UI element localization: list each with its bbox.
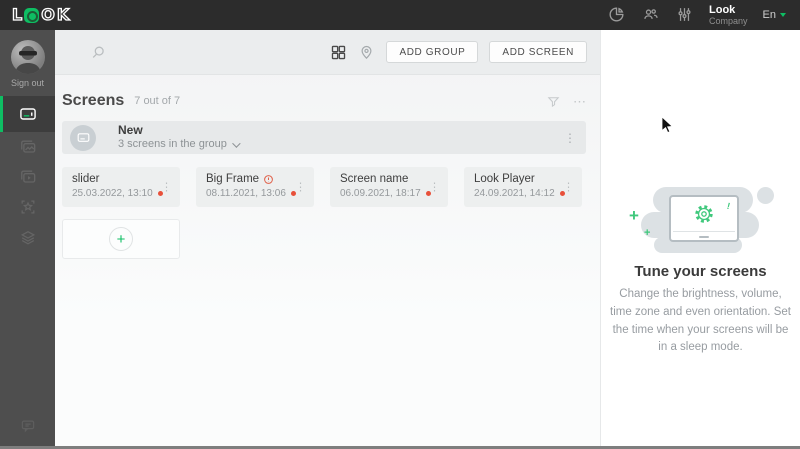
avatar[interactable] (10, 40, 45, 74)
panel-title: Tune your screens (634, 263, 767, 280)
sidebar-item-playlists[interactable] (0, 222, 55, 252)
plus-icon: + (109, 227, 133, 251)
info-panel: ! + + Tune your screens Change the brigh… (600, 30, 800, 446)
sign-out-button[interactable]: Sign out (0, 78, 55, 88)
language-selector[interactable]: En (763, 9, 786, 21)
screen-date: 06.09.2021, 18:17 (340, 188, 438, 199)
group-menu-icon[interactable]: ⋮ (564, 131, 576, 145)
video-icon (20, 170, 35, 183)
sidebar-item-widgets[interactable] (0, 192, 55, 222)
sidebar-item-media[interactable] (0, 132, 55, 162)
settings-sliders-icon[interactable] (675, 5, 694, 24)
screens-icon (19, 108, 36, 120)
logo-letter: O (41, 5, 56, 24)
screens-count: 7 out of 7 (134, 95, 181, 107)
main-panel: ADD GROUP ADD SCREEN Screens 7 out of 7 … (55, 30, 600, 446)
warning-icon (264, 174, 273, 184)
filter-icon[interactable] (546, 94, 561, 109)
grid-view-icon[interactable] (330, 44, 347, 61)
group-row[interactable]: New 3 screens in the group ⋮ (62, 121, 586, 154)
screen-card[interactable]: Big Frame 08.11.2021, 13:06 ⋮ (196, 167, 314, 207)
screen-name: slider (72, 173, 100, 185)
logo-eye-icon (24, 7, 40, 23)
panel-description: Change the brightness, volume, time zone… (610, 288, 791, 354)
add-group-button[interactable]: ADD GROUP (386, 41, 479, 63)
main-toolbar: ADD GROUP ADD SCREEN (55, 30, 600, 75)
screen-date: 25.03.2022, 13:10 (72, 188, 170, 199)
gear-icon (695, 205, 713, 223)
screen-date: 24.09.2021, 14:12 (474, 188, 572, 199)
add-screen-button[interactable]: ADD SCREEN (489, 41, 587, 63)
screen-name: Look Player (474, 173, 535, 185)
card-menu-icon[interactable]: ⋮ (295, 181, 306, 194)
users-icon[interactable] (641, 5, 660, 24)
app-topbar: L O K Look Company En (0, 0, 800, 30)
screen-card[interactable]: Look Player 24.09.2021, 14:12 ⋮ (464, 167, 582, 207)
company-subtitle: Company (709, 16, 748, 27)
map-pin-icon[interactable] (358, 44, 375, 61)
add-screen-card[interactable]: + (62, 219, 180, 259)
sidebar: Sign out (0, 30, 55, 449)
logo-letter: K (56, 5, 70, 24)
chevron-down-icon (780, 12, 786, 17)
company-switcher[interactable]: Look Company (709, 4, 748, 27)
chat-icon (21, 420, 34, 433)
screen-notification-mark: ! (725, 200, 732, 212)
look-logo[interactable]: L O K (11, 5, 70, 24)
screen-card[interactable]: Screen name 06.09.2021, 18:17 ⋮ (330, 167, 448, 207)
screens-content: Screens 7 out of 7 ⋯ New 3 screens in th… (55, 89, 600, 259)
monitor-dash (699, 236, 709, 238)
more-options-icon[interactable]: ⋯ (573, 95, 586, 108)
plus-sparkle-icon: + (629, 206, 639, 225)
layers-icon (20, 231, 35, 245)
screen-date: 08.11.2021, 13:06 (206, 188, 304, 199)
sidebar-item-support[interactable] (0, 417, 55, 435)
screen-name: Screen name (340, 173, 409, 185)
screen-card[interactable]: slider 25.03.2022, 13:10 ⋮ (62, 167, 180, 207)
language-label: En (762, 8, 776, 21)
mouse-cursor (661, 116, 674, 134)
plus-sparkle-icon: + (644, 227, 651, 239)
monitor-illustration: ! (669, 195, 739, 242)
card-menu-icon[interactable]: ⋮ (161, 181, 172, 194)
sidebar-item-videos[interactable] (0, 162, 55, 192)
screen-name: Big Frame (206, 173, 304, 185)
card-menu-icon[interactable]: ⋮ (563, 181, 574, 194)
group-subtitle: 3 screens in the group (118, 138, 227, 151)
statistics-pie-icon[interactable] (607, 5, 626, 24)
monitor-screen: ! (673, 199, 735, 232)
card-menu-icon[interactable]: ⋮ (429, 181, 440, 194)
company-name: Look (709, 3, 736, 16)
sidebar-item-screens[interactable] (0, 96, 55, 132)
chevron-down-icon[interactable] (232, 139, 241, 148)
star-widgets-icon (21, 200, 34, 214)
group-name: New (118, 123, 143, 138)
logo-letter: L (11, 5, 23, 24)
group-badge-icon (70, 124, 96, 151)
images-icon (20, 140, 35, 153)
search-icon[interactable] (90, 44, 107, 61)
illustration-blob (757, 187, 774, 204)
page-title: Screens (62, 92, 125, 109)
